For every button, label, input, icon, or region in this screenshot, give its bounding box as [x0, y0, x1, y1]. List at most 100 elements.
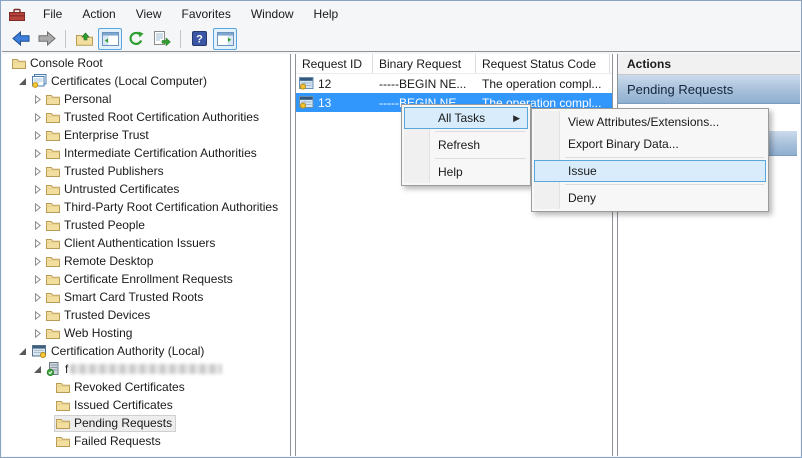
tree-item-label: Pending Requests [74, 416, 172, 430]
menubar-item-action[interactable]: Action [72, 7, 125, 21]
menu-separator [435, 131, 526, 132]
expander-collapsed-icon[interactable] [31, 113, 44, 122]
tree-item-trusted-people[interactable]: Trusted People [2, 216, 290, 234]
tree-item-hit-area[interactable]: Smart Card Trusted Roots [44, 289, 207, 306]
tree-item-third-party-root-certification-authorities[interactable]: Third-Party Root Certification Authoriti… [2, 198, 290, 216]
expander-collapsed-icon[interactable] [31, 239, 44, 248]
up-one-level-button[interactable] [72, 28, 96, 50]
all-tasks-submenu: View Attributes/Extensions...Export Bina… [531, 108, 769, 212]
tree-item-hit-area[interactable]: Enterprise Trust [44, 127, 153, 144]
tree-item-hit-area[interactable]: Client Authentication Issuers [44, 235, 219, 252]
expander-collapsed-icon[interactable] [31, 275, 44, 284]
menu-item-help[interactable]: Help [404, 161, 528, 183]
tree-item-revoked-certificates[interactable]: Revoked Certificates [2, 378, 290, 396]
forward-arrow-icon [38, 31, 56, 46]
tree-item-hit-area[interactable]: Certificates (Local Computer) [29, 73, 211, 90]
back-arrow-icon [12, 31, 30, 46]
tree-item-hit-area[interactable]: Intermediate Certification Authorities [44, 145, 261, 162]
tree-item-client-authentication-issuers[interactable]: Client Authentication Issuers [2, 234, 290, 252]
tree-item-label: Client Authentication Issuers [64, 236, 215, 250]
tree-item-hit-area[interactable]: Revoked Certificates [54, 379, 189, 396]
menu-item-all-tasks[interactable]: All Tasks▶ [404, 107, 528, 129]
menubar-item-favorites[interactable]: Favorites [172, 7, 241, 21]
tree-item-personal[interactable]: Personal [2, 90, 290, 108]
menu-item-refresh[interactable]: Refresh [404, 134, 528, 156]
tree-item-console-root[interactable]: Console Root [2, 54, 290, 72]
forward-button[interactable] [35, 28, 59, 50]
column-header-request-id[interactable]: Request ID [296, 54, 373, 73]
tree-item-intermediate-certification-authorities[interactable]: Intermediate Certification Authorities [2, 144, 290, 162]
export-list-button[interactable] [150, 28, 174, 50]
tree-item-trusted-publishers[interactable]: Trusted Publishers [2, 162, 290, 180]
menubar-item-help[interactable]: Help [304, 7, 349, 21]
tree-item-hit-area[interactable]: Trusted People [44, 217, 149, 234]
expander-collapsed-icon[interactable] [31, 293, 44, 302]
column-header-request-status-code[interactable]: Request Status Code [476, 54, 610, 73]
tree-item-hit-area[interactable]: Trusted Devices [44, 307, 154, 324]
tree-item-hit-area[interactable]: f [44, 361, 226, 378]
submenu-item-view-attributes-extensions[interactable]: View Attributes/Extensions... [534, 111, 766, 133]
expander-expanded-icon[interactable] [31, 365, 44, 374]
expander-expanded-icon[interactable] [16, 347, 29, 356]
tree-item-hit-area[interactable]: Failed Requests [54, 433, 165, 450]
tree-item-certificates-local-computer[interactable]: Certificates (Local Computer) [2, 72, 290, 90]
tree-item-hit-area[interactable]: Certificate Enrollment Requests [44, 271, 237, 288]
tree-item-trusted-devices[interactable]: Trusted Devices [2, 306, 290, 324]
tree-item-hit-area[interactable]: Issued Certificates [54, 397, 177, 414]
expander-collapsed-icon[interactable] [31, 203, 44, 212]
tree-item-hit-area[interactable]: Remote Desktop [44, 253, 157, 270]
tree-item-issued-certificates[interactable]: Issued Certificates [2, 396, 290, 414]
show-console-tree-button[interactable] [98, 28, 122, 50]
menu-item-label: All Tasks [438, 111, 485, 125]
expander-collapsed-icon[interactable] [31, 167, 44, 176]
expander-collapsed-icon[interactable] [31, 311, 44, 320]
menubar-item-file[interactable]: File [33, 7, 72, 21]
tree-item-web-hosting[interactable]: Web Hosting [2, 324, 290, 342]
tree-item-f[interactable]: f [2, 360, 290, 378]
export-list-icon [154, 31, 171, 46]
tree-item-trusted-root-certification-authorities[interactable]: Trusted Root Certification Authorities [2, 108, 290, 126]
tree-item-hit-area[interactable]: Pending Requests [54, 415, 176, 432]
tree-item-certificate-enrollment-requests[interactable]: Certificate Enrollment Requests [2, 270, 290, 288]
column-header-binary-request[interactable]: Binary Request [373, 54, 476, 73]
menubar-item-window[interactable]: Window [241, 7, 304, 21]
tree-item-hit-area[interactable]: Trusted Publishers [44, 163, 168, 180]
tree-item-untrusted-certificates[interactable]: Untrusted Certificates [2, 180, 290, 198]
tree-item-hit-area[interactable]: Personal [44, 91, 115, 108]
back-button[interactable] [9, 28, 33, 50]
help-icon: ? [192, 31, 207, 46]
tree-item-hit-area[interactable]: Trusted Root Certification Authorities [44, 109, 263, 126]
tree-item-enterprise-trust[interactable]: Enterprise Trust [2, 126, 290, 144]
folder-icon [46, 183, 60, 196]
tree-item-remote-desktop[interactable]: Remote Desktop [2, 252, 290, 270]
tree-item-hit-area[interactable]: Console Root [10, 55, 107, 72]
tree-item-hit-area[interactable]: Untrusted Certificates [44, 181, 183, 198]
refresh-button[interactable] [124, 28, 148, 50]
tree-item-certification-authority-local[interactable]: Certification Authority (Local) [2, 342, 290, 360]
expander-expanded-icon[interactable] [16, 77, 29, 86]
tree-item-pending-requests[interactable]: Pending Requests [2, 414, 290, 432]
submenu-item-deny[interactable]: Deny [534, 187, 766, 209]
expander-collapsed-icon[interactable] [31, 131, 44, 140]
expander-collapsed-icon[interactable] [31, 95, 44, 104]
submenu-item-export-binary-data[interactable]: Export Binary Data... [534, 133, 766, 155]
tree-item-hit-area[interactable]: Web Hosting [44, 325, 136, 342]
help-button[interactable]: ? [187, 28, 211, 50]
expander-collapsed-icon[interactable] [31, 329, 44, 338]
expander-collapsed-icon[interactable] [31, 185, 44, 194]
show-action-pane-button[interactable] [213, 28, 237, 50]
submenu-item-issue[interactable]: Issue [534, 160, 766, 182]
expander-collapsed-icon[interactable] [31, 221, 44, 230]
tree-item-failed-requests[interactable]: Failed Requests [2, 432, 290, 450]
actions-section-pending-requests[interactable]: Pending Requests [618, 75, 800, 104]
expander-collapsed-icon[interactable] [31, 257, 44, 266]
tree-item-hit-area[interactable]: Certification Authority (Local) [29, 343, 208, 360]
request-row-12[interactable]: 12-----BEGIN NE...The operation compl... [296, 74, 612, 93]
menubar-item-view[interactable]: View [126, 7, 172, 21]
tree-item-smart-card-trusted-roots[interactable]: Smart Card Trusted Roots [2, 288, 290, 306]
tree-item-label: Trusted People [64, 218, 145, 232]
tree-item-label: Web Hosting [64, 326, 132, 340]
tree-item-label: Personal [64, 92, 111, 106]
tree-item-hit-area[interactable]: Third-Party Root Certification Authoriti… [44, 199, 282, 216]
expander-collapsed-icon[interactable] [31, 149, 44, 158]
